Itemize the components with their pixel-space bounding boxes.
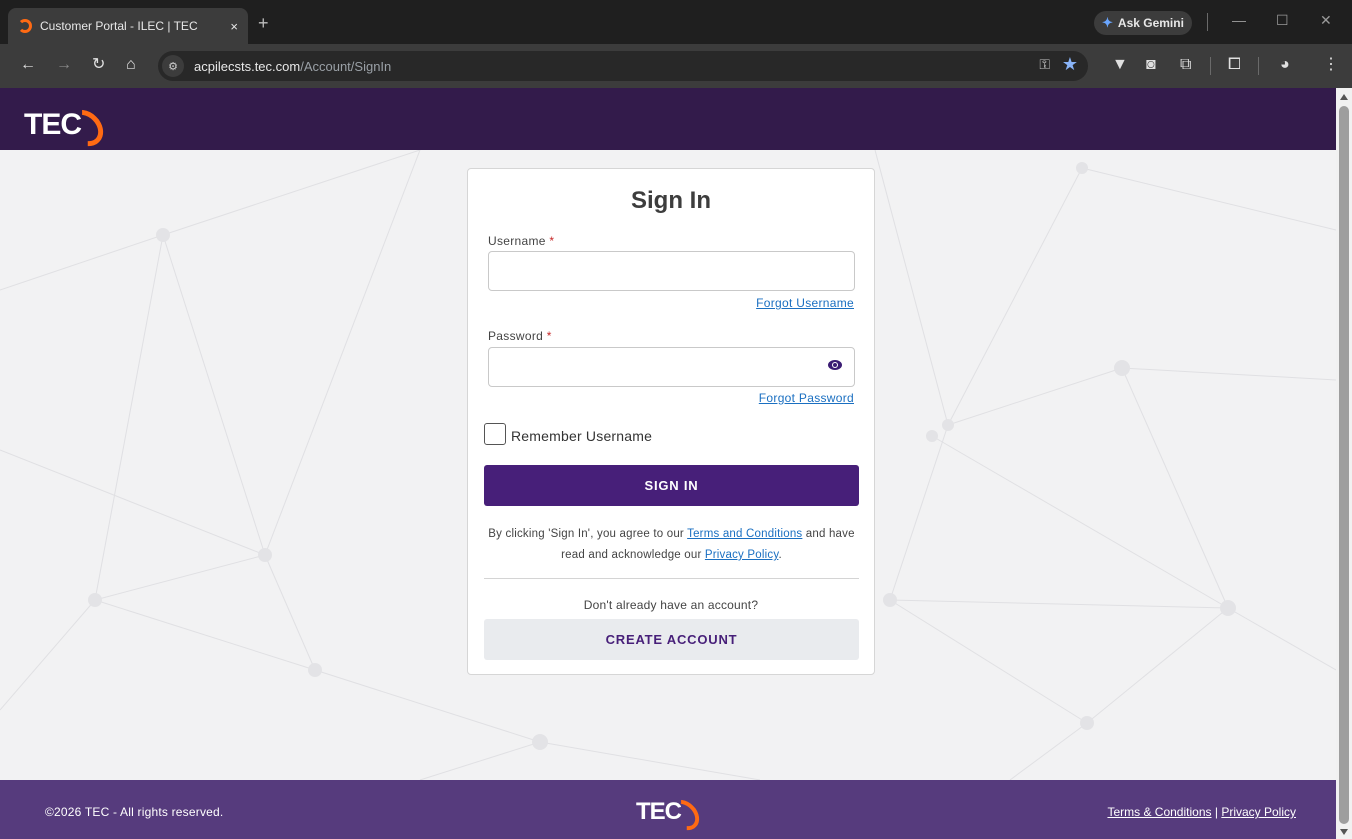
tab-favicon-icon [18, 19, 32, 33]
tab-close-icon[interactable]: × [230, 19, 238, 34]
password-key-icon[interactable]: ⚿ [1039, 56, 1050, 73]
sign-in-button[interactable]: SIGN IN [484, 465, 859, 506]
privacy-policy-link[interactable]: Privacy Policy [705, 549, 779, 561]
minimize-icon[interactable]: — [1232, 12, 1246, 28]
camera-extension-icon[interactable]: ◙ [1146, 56, 1156, 74]
sign-in-card: Sign In Username * Forgot Username Passw… [467, 168, 875, 675]
site-header: TEC [0, 88, 1336, 154]
sign-in-title: Sign In [631, 187, 711, 214]
copyright-text: ©2026 TEC - All rights reserved. [45, 805, 224, 819]
scrollbar-thumb[interactable] [1339, 106, 1349, 824]
no-account-text: Don't already have an account? [583, 598, 759, 612]
bookmark-star-icon[interactable]: ★ [1062, 54, 1078, 75]
username-input[interactable] [488, 251, 855, 291]
remember-username-checkbox[interactable] [484, 423, 506, 445]
footer-tec-logo[interactable]: TEC [636, 792, 706, 837]
remember-username-label[interactable]: Remember Username [511, 428, 652, 444]
username-label: Username * [488, 234, 555, 248]
url-text: acpilecsts.tec.com/Account/SignIn [194, 58, 392, 74]
scroll-down-arrow-icon[interactable] [1340, 829, 1348, 835]
site-footer: ©2026 TEC - All rights reserved. TEC Ter… [0, 780, 1336, 839]
browser-toolbar: ← → ↻ ⌂ ⚙ acpilecsts.tec.com/Account/Sig… [0, 44, 1352, 88]
forgot-password-link[interactable]: Forgot Password [759, 391, 854, 405]
gemini-sparkle-icon: ✦ [1102, 15, 1113, 30]
footer-link-separator: | [1214, 805, 1218, 819]
browser-tab-strip: Customer Portal - ILEC | TEC × + ✦ Ask G… [0, 0, 1352, 44]
extensions-puzzle-icon[interactable]: ⧉ [1180, 56, 1191, 74]
tab-title: Customer Portal - ILEC | TEC [40, 19, 198, 33]
address-bar[interactable]: ⚙ acpilecsts.tec.com/Account/SignIn ⚿ ★ [158, 51, 1088, 81]
create-account-button[interactable]: CREATE ACCOUNT [484, 619, 859, 660]
ask-gemini-button[interactable]: ✦ Ask Gemini [1094, 11, 1192, 35]
footer-terms-link[interactable]: Terms & Conditions [1107, 805, 1211, 819]
new-tab-icon[interactable]: + [258, 14, 269, 32]
close-window-icon[interactable]: ✕ [1320, 12, 1332, 29]
page-body: Sign In Username * Forgot Username Passw… [0, 150, 1336, 780]
page-scrollbar[interactable] [1336, 88, 1352, 839]
more-menu-icon[interactable]: ⋮ [1323, 56, 1339, 74]
profile-avatar-icon[interactable]: ◕ [1280, 56, 1290, 74]
home-icon[interactable]: ⌂ [126, 56, 136, 74]
show-password-eye-icon[interactable] [828, 360, 842, 370]
scroll-up-arrow-icon[interactable] [1340, 94, 1348, 100]
tec-logo[interactable]: TEC [24, 102, 111, 154]
password-label: Password * [488, 329, 552, 343]
required-asterisk: * [549, 234, 555, 248]
back-icon[interactable]: ← [20, 56, 36, 74]
forward-icon[interactable]: → [56, 56, 72, 74]
divider [484, 578, 859, 579]
divider [1210, 57, 1211, 75]
site-info-icon[interactable]: ⚙ [162, 55, 184, 77]
reload-icon[interactable]: ↻ [92, 56, 105, 74]
footer-privacy-link[interactable]: Privacy Policy [1221, 805, 1296, 819]
maximize-icon[interactable]: ☐ [1276, 12, 1289, 29]
divider [1207, 13, 1208, 31]
ask-gemini-label: Ask Gemini [1117, 16, 1184, 30]
footer-links: Terms & Conditions | Privacy Policy [1107, 805, 1296, 819]
forgot-username-link[interactable]: Forgot Username [756, 296, 854, 310]
terms-notice: By clicking 'Sign In', you agree to our … [488, 528, 855, 561]
reading-mode-icon[interactable]: ⧠ [1228, 56, 1241, 74]
browser-tab[interactable]: Customer Portal - ILEC | TEC × [8, 8, 248, 44]
divider [1258, 57, 1259, 75]
password-input[interactable] [488, 347, 855, 387]
terms-and-conditions-link[interactable]: Terms and Conditions [687, 528, 802, 540]
required-asterisk: * [546, 329, 552, 343]
vivaldi-extension-icon[interactable]: ▼ [1112, 56, 1128, 74]
